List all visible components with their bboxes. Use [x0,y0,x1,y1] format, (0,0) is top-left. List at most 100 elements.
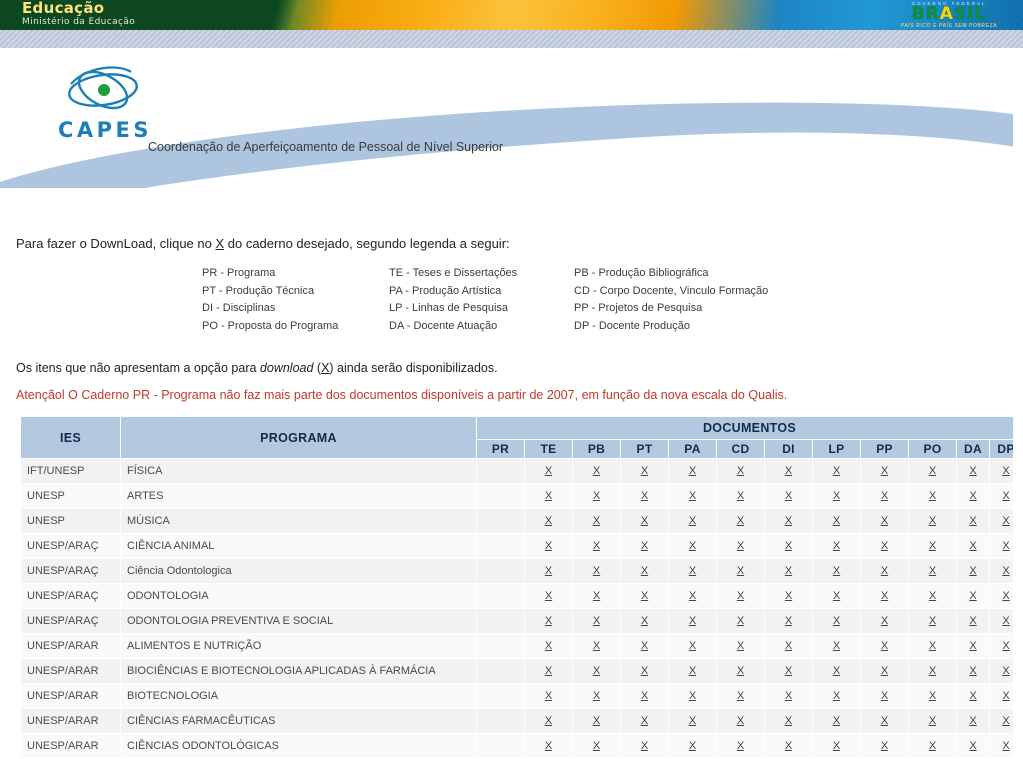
download-link-dp[interactable]: X [1002,715,1009,727]
cell-doc-cd[interactable]: X [716,583,765,609]
download-link-di[interactable]: X [785,590,792,602]
cell-doc-lp[interactable]: X [812,608,861,634]
download-link-pp[interactable]: X [881,540,888,552]
cell-doc-cd[interactable]: X [716,683,765,709]
download-link-pa[interactable]: X [689,615,696,627]
cell-doc-dp[interactable]: X [989,483,1013,509]
download-link-te[interactable]: X [545,490,552,502]
download-link-te[interactable]: X [545,565,552,577]
cell-doc-lp[interactable]: X [812,458,861,484]
cell-doc-di[interactable]: X [764,683,813,709]
cell-doc-pb[interactable]: X [572,733,621,759]
cell-doc-pb[interactable]: X [572,633,621,659]
cell-doc-pt[interactable]: X [620,708,669,734]
download-link-po[interactable]: X [929,715,936,727]
download-link-pt[interactable]: X [641,615,648,627]
download-link-dp[interactable]: X [1002,465,1009,477]
download-link-lp[interactable]: X [833,565,840,577]
cell-doc-lp[interactable]: X [812,508,861,534]
cell-doc-pa[interactable]: X [668,483,717,509]
download-link-da[interactable]: X [969,715,976,727]
download-link-pa[interactable]: X [689,540,696,552]
download-link-pp[interactable]: X [881,740,888,752]
download-link-te[interactable]: X [545,465,552,477]
download-link-dp[interactable]: X [1002,740,1009,752]
download-link-cd[interactable]: X [737,590,744,602]
cell-doc-po[interactable]: X [908,483,957,509]
download-link-pp[interactable]: X [881,665,888,677]
download-link-dp[interactable]: X [1002,540,1009,552]
download-link-pp[interactable]: X [881,515,888,527]
download-link-di[interactable]: X [785,515,792,527]
download-link-pb[interactable]: X [593,515,600,527]
cell-doc-te[interactable]: X [524,633,573,659]
download-link-cd[interactable]: X [737,740,744,752]
download-link-po[interactable]: X [929,615,936,627]
cell-doc-po[interactable]: X [908,708,957,734]
cell-doc-pb[interactable]: X [572,558,621,584]
download-link-cd[interactable]: X [737,490,744,502]
download-link-di[interactable]: X [785,690,792,702]
download-link-pa[interactable]: X [689,490,696,502]
download-link-lp[interactable]: X [833,590,840,602]
download-link-pt[interactable]: X [641,665,648,677]
download-link-po[interactable]: X [929,540,936,552]
download-link-pp[interactable]: X [881,690,888,702]
cell-doc-pp[interactable]: X [860,658,909,684]
cell-doc-cd[interactable]: X [716,483,765,509]
cell-doc-te[interactable]: X [524,483,573,509]
cell-doc-pb[interactable]: X [572,583,621,609]
download-link-da[interactable]: X [969,665,976,677]
cell-doc-pt[interactable]: X [620,483,669,509]
download-link-te[interactable]: X [545,665,552,677]
download-link-pa[interactable]: X [689,590,696,602]
download-link-lp[interactable]: X [833,740,840,752]
download-link-pp[interactable]: X [881,490,888,502]
cell-doc-pt[interactable]: X [620,458,669,484]
download-link-pt[interactable]: X [641,590,648,602]
cell-doc-pa[interactable]: X [668,558,717,584]
cell-doc-te[interactable]: X [524,533,573,559]
download-link-pb[interactable]: X [593,615,600,627]
download-link-po[interactable]: X [929,465,936,477]
cell-doc-dp[interactable]: X [989,733,1013,759]
cell-doc-da[interactable]: X [956,733,990,759]
cell-doc-lp[interactable]: X [812,633,861,659]
cell-doc-di[interactable]: X [764,658,813,684]
cell-doc-pt[interactable]: X [620,658,669,684]
cell-doc-da[interactable]: X [956,483,990,509]
download-link-te[interactable]: X [545,690,552,702]
cell-doc-pt[interactable]: X [620,733,669,759]
download-link-pa[interactable]: X [689,515,696,527]
download-link-dp[interactable]: X [1002,690,1009,702]
download-link-dp[interactable]: X [1002,490,1009,502]
download-link-cd[interactable]: X [737,515,744,527]
cell-doc-cd[interactable]: X [716,708,765,734]
cell-doc-lp[interactable]: X [812,683,861,709]
download-link-te[interactable]: X [545,515,552,527]
cell-doc-da[interactable]: X [956,533,990,559]
download-link-da[interactable]: X [969,640,976,652]
cell-doc-te[interactable]: X [524,708,573,734]
cell-doc-da[interactable]: X [956,633,990,659]
download-link-lp[interactable]: X [833,490,840,502]
cell-doc-pa[interactable]: X [668,608,717,634]
cell-doc-lp[interactable]: X [812,658,861,684]
download-link-lp[interactable]: X [833,715,840,727]
download-link-te[interactable]: X [545,615,552,627]
cell-doc-po[interactable]: X [908,583,957,609]
download-link-pb[interactable]: X [593,465,600,477]
download-link-lp[interactable]: X [833,465,840,477]
cell-doc-di[interactable]: X [764,708,813,734]
download-link-pt[interactable]: X [641,565,648,577]
cell-doc-pa[interactable]: X [668,658,717,684]
cell-doc-da[interactable]: X [956,508,990,534]
download-link-cd[interactable]: X [737,540,744,552]
cell-doc-da[interactable]: X [956,683,990,709]
download-link-po[interactable]: X [929,640,936,652]
cell-doc-cd[interactable]: X [716,633,765,659]
cell-doc-cd[interactable]: X [716,658,765,684]
cell-doc-di[interactable]: X [764,583,813,609]
cell-doc-di[interactable]: X [764,533,813,559]
cell-doc-pa[interactable]: X [668,508,717,534]
